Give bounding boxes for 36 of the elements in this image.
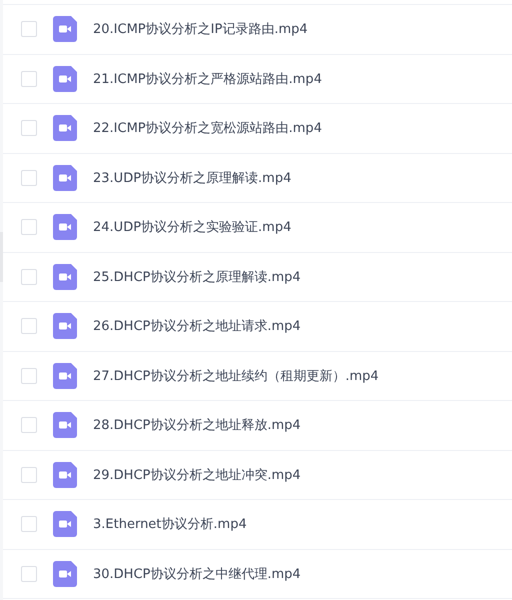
- file-name[interactable]: 21.ICMP协议分析之严格源站路由.mp4: [93, 70, 322, 88]
- checkbox[interactable]: [21, 417, 37, 434]
- checkbox[interactable]: [21, 318, 37, 334]
- checkbox[interactable]: [21, 170, 37, 186]
- file-name[interactable]: 3.Ethernet协议分析.mp4: [93, 515, 247, 534]
- video-file-icon: [53, 115, 77, 142]
- video-file-icon: [53, 412, 77, 438]
- file-name[interactable]: 30.DHCP协议分析之中继代理.mp4: [93, 564, 301, 583]
- checkbox[interactable]: [21, 70, 37, 87]
- video-file-icon: [53, 362, 77, 389]
- video-file-icon: [53, 66, 77, 92]
- checkbox[interactable]: [21, 566, 37, 582]
- checkbox[interactable]: [21, 466, 37, 483]
- video-file-icon: [53, 264, 77, 290]
- file-name[interactable]: 20.ICMP协议分析之IP记录路由.mp4: [93, 20, 308, 38]
- checkbox[interactable]: [21, 21, 37, 38]
- file-name[interactable]: 25.DHCP协议分析之原理解读.mp4: [93, 268, 301, 286]
- checkbox[interactable]: [21, 516, 37, 532]
- checkbox[interactable]: [21, 219, 37, 236]
- file-name[interactable]: 27.DHCP协议分析之地址续约（租期更新）.mp4: [93, 366, 379, 385]
- video-file-icon: [53, 214, 77, 240]
- checkbox[interactable]: [21, 368, 37, 384]
- checkbox[interactable]: [21, 268, 37, 285]
- file-name[interactable]: 26.DHCP协议分析之地址请求.mp4: [93, 317, 301, 336]
- video-file-icon: [53, 16, 77, 42]
- checkbox[interactable]: [21, 120, 37, 136]
- video-file-icon: [53, 511, 77, 538]
- video-file-icon: [53, 164, 77, 191]
- video-file-icon: [53, 462, 77, 488]
- video-file-icon: [53, 313, 77, 340]
- file-name[interactable]: 22.ICMP协议分析之宽松源站路由.mp4: [93, 119, 322, 138]
- file-name[interactable]: 29.DHCP协议分析之地址冲突.mp4: [93, 466, 301, 484]
- video-file-icon: [53, 560, 77, 587]
- file-name[interactable]: 24.UDP协议分析之实验验证.mp4: [93, 218, 292, 236]
- file-name[interactable]: 23.UDP协议分析之原理解读.mp4: [93, 168, 292, 187]
- file-name[interactable]: 28.DHCP协议分析之地址释放.mp4: [93, 416, 301, 434]
